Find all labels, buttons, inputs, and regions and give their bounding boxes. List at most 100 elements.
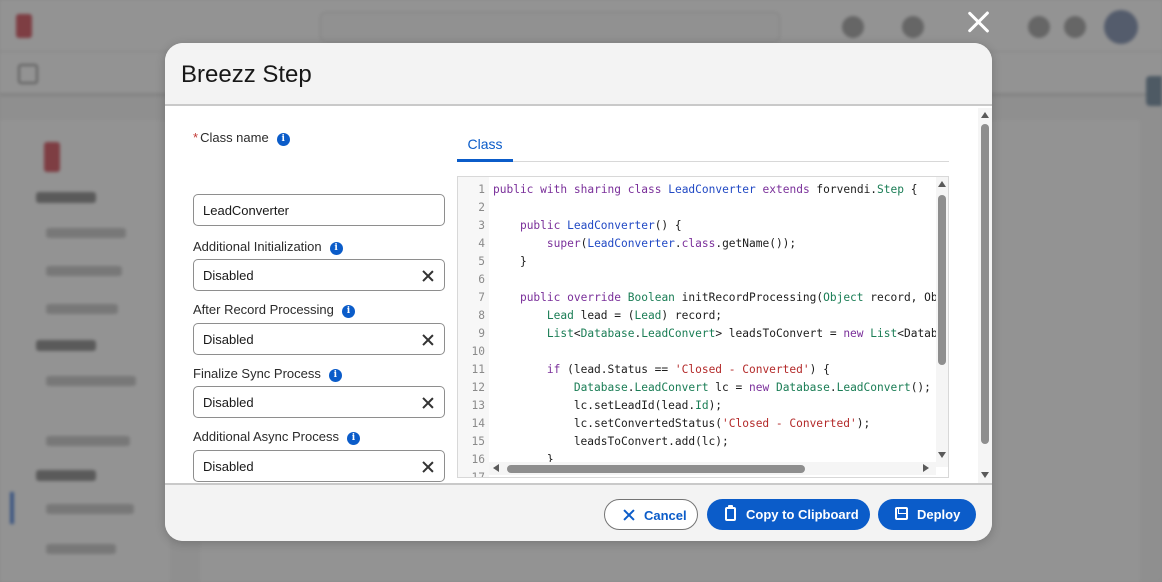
class-name-label-text: Class name xyxy=(200,130,269,145)
finalize-sync-process-label: Finalize Sync Process i xyxy=(193,366,342,382)
class-name-label: * Class name i xyxy=(193,130,290,146)
code-line: 13 lc.setLeadId(lead.Id); xyxy=(458,397,938,415)
code-line: 5 } xyxy=(458,253,938,271)
scroll-up-icon[interactable] xyxy=(981,112,989,118)
info-icon[interactable]: i xyxy=(341,305,355,318)
scroll-down-icon[interactable] xyxy=(938,452,946,458)
additional-initialization-label: Additional Initialization i xyxy=(193,239,343,255)
info-icon[interactable]: i xyxy=(328,369,342,382)
info-icon[interactable]: i xyxy=(276,133,290,146)
class-name-value: LeadConverter xyxy=(203,203,289,218)
close-modal-icon[interactable] xyxy=(966,9,992,35)
line-number: 11 xyxy=(471,363,485,376)
field-value: Disabled xyxy=(203,268,254,283)
scroll-down-icon[interactable] xyxy=(981,472,989,478)
code-content: 1 public with sharing class LeadConverter… xyxy=(458,181,945,477)
info-icon[interactable]: i xyxy=(329,242,343,255)
scroll-right-icon[interactable] xyxy=(923,464,929,472)
modal-title: Breezz Step xyxy=(181,61,312,88)
required-marker: * xyxy=(193,130,199,145)
clipboard-icon xyxy=(725,505,736,521)
code-text: lc.setConvertedStatus('Closed - Converte… xyxy=(493,417,871,430)
code-text: if (lead.Status == 'Closed - Converted')… xyxy=(546,363,830,376)
clear-icon[interactable] xyxy=(422,397,434,409)
additional-async-process-label: Additional Async Process i xyxy=(193,429,360,445)
modal-body: * Class name i LeadConverter Additional In… xyxy=(165,108,992,483)
code-editor[interactable]: 1 public with sharing class LeadConverter… xyxy=(457,176,949,478)
code-text: List<Database.LeadConvert> leadsToConver… xyxy=(546,327,945,340)
cancel-label: Cancel xyxy=(644,508,687,523)
scroll-up-icon[interactable] xyxy=(938,181,946,187)
line-number: 15 xyxy=(471,435,485,448)
field-label-text: After Record Processing xyxy=(193,302,334,317)
code-text: public LeadConverter() { xyxy=(519,219,682,232)
line-number: 1 xyxy=(478,183,485,196)
deploy-button[interactable]: Deploy xyxy=(878,499,976,530)
editor-vertical-scrollbar[interactable] xyxy=(936,177,948,467)
code-text: leadsToConvert.add(lc); xyxy=(493,435,729,448)
code-line: 3 public LeadConverter() { xyxy=(458,217,938,235)
code-tabs: Class xyxy=(457,127,949,162)
clear-icon[interactable] xyxy=(422,334,434,346)
editor-vertical-scroll-thumb[interactable] xyxy=(938,195,946,365)
finalize-sync-process-input[interactable]: Disabled xyxy=(193,386,445,418)
line-number: 6 xyxy=(478,273,485,286)
field-value: Disabled xyxy=(203,459,254,474)
code-text: } xyxy=(493,255,527,268)
line-number: 9 xyxy=(478,327,485,340)
scroll-left-icon[interactable] xyxy=(493,464,499,472)
line-number: 8 xyxy=(478,309,485,322)
line-number: 16 xyxy=(471,453,485,466)
code-line: 12 Database.LeadConvert lc = new Databas… xyxy=(458,379,938,397)
clear-icon[interactable] xyxy=(422,270,434,282)
modal-vertical-scrollbar[interactable] xyxy=(978,108,992,483)
save-icon xyxy=(895,507,908,520)
code-text: public override Boolean initRecordProces… xyxy=(519,291,945,304)
field-label-text: Additional Async Process xyxy=(193,429,339,444)
deploy-label: Deploy xyxy=(917,507,961,522)
after-record-processing-input[interactable]: Disabled xyxy=(193,323,445,355)
code-line: 14 lc.setConvertedStatus('Closed - Conve… xyxy=(458,415,938,433)
code-text: super(LeadConverter.class.getName()); xyxy=(546,237,797,250)
close-icon xyxy=(623,509,635,521)
modal-vertical-scroll-thumb[interactable] xyxy=(981,124,989,444)
code-line: 15 leadsToConvert.add(lc); xyxy=(458,433,938,451)
code-text: public with sharing class LeadConverter … xyxy=(493,183,918,196)
class-name-input[interactable]: LeadConverter xyxy=(193,194,445,226)
code-line: 4 super(LeadConverter.class.getName()); xyxy=(458,235,938,253)
editor-horizontal-scrollbar[interactable] xyxy=(489,462,936,475)
clear-icon[interactable] xyxy=(422,461,434,473)
breezz-step-modal: Breezz Step * Class name i LeadConverter A… xyxy=(165,43,992,541)
line-number: 3 xyxy=(478,219,485,232)
copy-to-clipboard-button[interactable]: Copy to Clipboard xyxy=(707,499,870,530)
additional-initialization-input[interactable]: Disabled xyxy=(193,259,445,291)
code-line: 1 public with sharing class LeadConverter… xyxy=(458,181,938,199)
code-line: 10 xyxy=(458,343,938,361)
copy-label: Copy to Clipboard xyxy=(746,507,859,522)
code-line: 9 List<Database.LeadConvert> leadsToConv… xyxy=(458,325,944,343)
field-value: Disabled xyxy=(203,332,254,347)
line-number: 7 xyxy=(478,291,485,304)
code-text: Database.LeadConvert lc = new Database.L… xyxy=(573,381,931,394)
field-value: Disabled xyxy=(203,395,254,410)
line-number: 2 xyxy=(478,201,485,214)
additional-async-process-input[interactable]: Disabled xyxy=(193,450,445,482)
editor-horizontal-scroll-thumb[interactable] xyxy=(507,465,805,473)
line-number: 4 xyxy=(478,237,485,250)
line-number: 5 xyxy=(478,255,485,268)
line-number: 14 xyxy=(471,417,485,430)
line-number: 13 xyxy=(471,399,485,412)
line-number: 10 xyxy=(471,345,485,358)
line-number: 12 xyxy=(471,381,485,394)
code-line: 7 public override Boolean initRecordProc… xyxy=(458,289,944,307)
code-line: 2 xyxy=(458,199,938,217)
code-text: Lead lead = (Lead) record; xyxy=(546,309,723,322)
field-label-text: Additional Initialization xyxy=(193,239,322,254)
modal-footer: Cancel Copy to Clipboard Deploy xyxy=(165,483,992,541)
tab-class[interactable]: Class xyxy=(457,127,513,162)
info-icon[interactable]: i xyxy=(346,432,360,445)
modal-header: Breezz Step xyxy=(165,43,992,106)
cancel-button[interactable]: Cancel xyxy=(604,499,698,530)
code-line: 8 Lead lead = (Lead) record; xyxy=(458,307,938,325)
field-label-text: Finalize Sync Process xyxy=(193,366,321,381)
